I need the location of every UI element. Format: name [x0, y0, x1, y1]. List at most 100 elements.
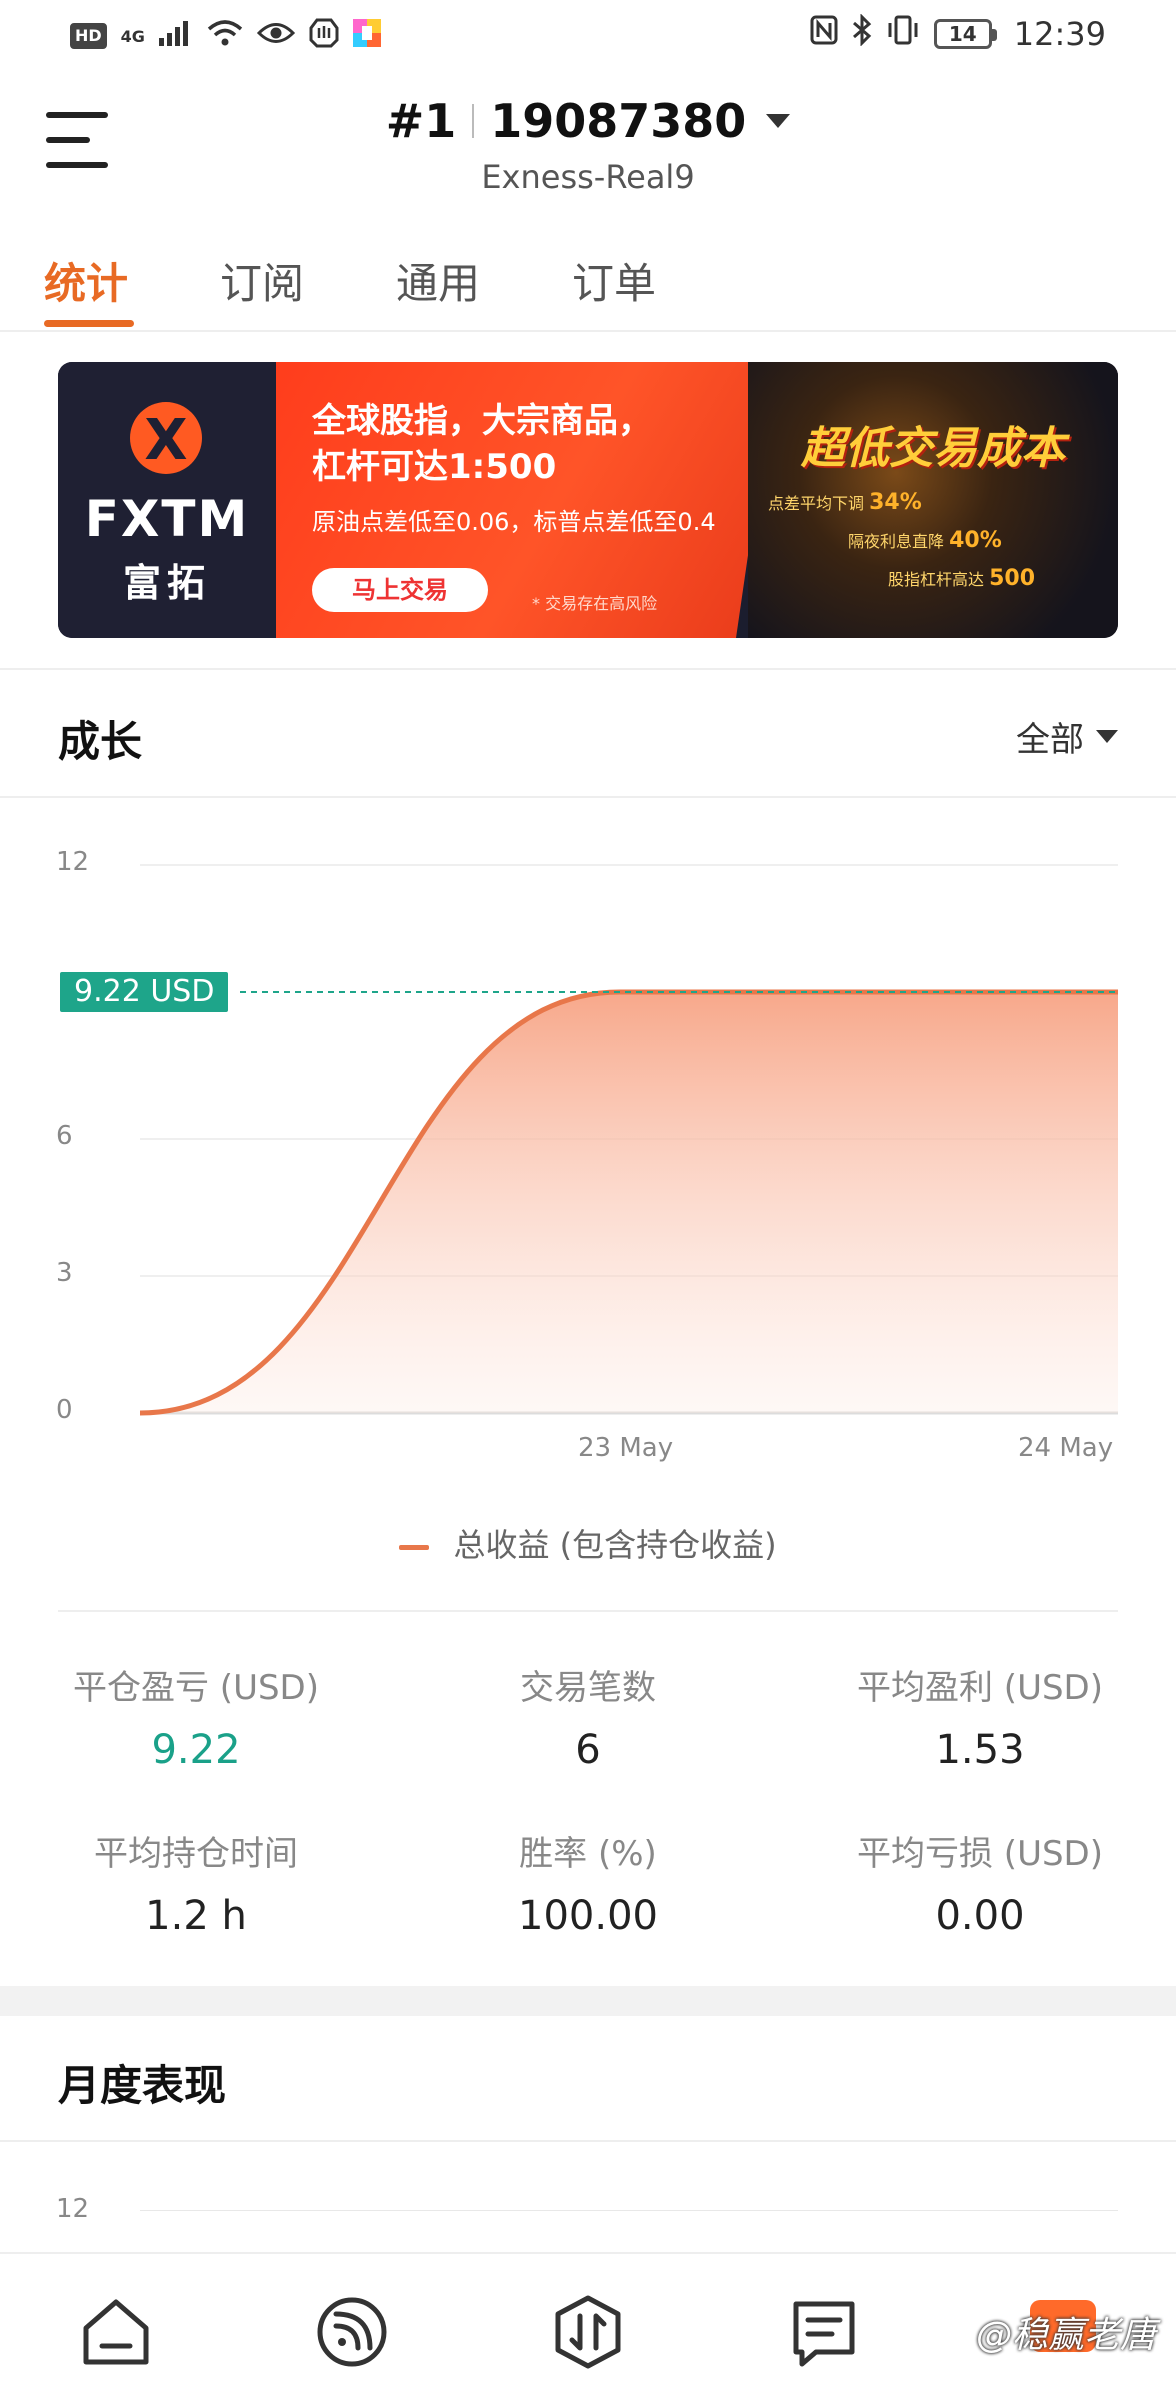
stat-avg-hold-time: 平均持仓时间 1.2 h: [0, 1826, 392, 1939]
ad-banner[interactable]: FXTM 富拓 全球股指，大宗商品， 杠杆可达1:500 原油点差低至0.06，…: [58, 362, 1118, 638]
active-tab-indicator: [44, 320, 134, 327]
home-icon[interactable]: [78, 2294, 154, 2370]
stat-label: 平仓盈亏 (USD): [73, 1668, 319, 1708]
promo-line-3: 股指杠杆高达 500: [888, 566, 1035, 591]
divider: [472, 104, 475, 138]
banner-promo: 超低交易成本 点差平均下调 34% 隔夜利息直降 40% 股指杠杆高达 500: [748, 362, 1118, 638]
stat-value: 0.00: [935, 1893, 1025, 1939]
promo-2-label: 隔夜利息直降: [848, 532, 945, 551]
banner-promo-title: 超低交易成本: [801, 423, 1065, 474]
banner-brand: FXTM: [84, 490, 250, 548]
banner-message: 全球股指，大宗商品， 杠杆可达1:500 原油点差低至0.06，标普点差低至0.…: [276, 362, 776, 638]
legend-swatch: [399, 1544, 430, 1550]
banner-headline-1: 全球股指，大宗商品，: [312, 401, 652, 441]
tab-bar: 统计 订阅 通用 订单: [0, 240, 1176, 332]
watermark: @稳赢老唐: [975, 2315, 1156, 2356]
account-selector[interactable]: #1 19087380 Exness-Real9: [0, 94, 1176, 196]
tab-subscription[interactable]: 订阅: [220, 250, 304, 311]
bluetooth-icon: [852, 13, 872, 54]
x-tick-label: 23 May: [578, 1433, 674, 1463]
app-notification-icon: [352, 19, 381, 53]
banner-logo: FXTM 富拓: [58, 362, 276, 638]
battery-icon: 14: [933, 19, 997, 49]
growth-chart-svg: [139, 864, 1118, 1416]
network-badge: 4G: [120, 26, 145, 46]
x-tick-label: 24 May: [1018, 1433, 1114, 1463]
stat-trade-count: 交易笔数 6: [392, 1660, 784, 1773]
account-number: #1: [385, 94, 457, 148]
status-bar: HD 4G 14 12:39: [0, 0, 1176, 72]
vibrate-icon: [886, 15, 920, 53]
chevron-down-icon[interactable]: [766, 114, 791, 128]
promo-1-value: 34%: [869, 490, 922, 515]
promo-2-value: 40%: [949, 528, 1002, 553]
section-divider: [0, 1986, 1176, 2016]
monthly-title: 月度表现: [58, 2061, 227, 2110]
status-right: 14 12:39: [810, 13, 1106, 54]
hd-badge: HD: [70, 23, 107, 49]
chevron-down-icon: [1096, 730, 1118, 743]
y-tick-label: 12: [56, 847, 90, 877]
signal-feed-icon[interactable]: [314, 2294, 390, 2370]
signal-icon: [158, 20, 193, 52]
promo-line-1: 点差平均下调 34%: [768, 490, 922, 515]
orders-icon[interactable]: [786, 2294, 862, 2370]
divider: [0, 2140, 1176, 2142]
stat-value: 1.53: [935, 1727, 1025, 1773]
stat-label: 平均持仓时间: [94, 1834, 298, 1874]
banner-headline: 全球股指，大宗商品， 杠杆可达1:500: [312, 398, 652, 490]
stat-label: 交易笔数: [520, 1668, 656, 1708]
banner-trade-button[interactable]: 马上交易: [312, 568, 488, 612]
eye-icon: [256, 20, 296, 52]
account-id: 19087380: [490, 94, 747, 148]
hand-icon: [309, 18, 339, 54]
y-tick-label: 3: [56, 1258, 73, 1288]
growth-chart: 0 3 6 12 23 May 24 May: [0, 830, 1176, 1470]
legend-label: 总收益 (包含持仓收益): [453, 1526, 777, 1564]
status-left: HD 4G: [70, 18, 381, 54]
stat-avg-loss: 平均亏损 (USD) 0.00: [784, 1826, 1176, 1939]
period-filter[interactable]: 全部: [1016, 712, 1118, 761]
stat-closed-pnl: 平仓盈亏 (USD) 9.22: [0, 1660, 392, 1773]
y-tick-label: 0: [56, 1395, 73, 1425]
wifi-icon: [207, 19, 243, 53]
account-server: Exness-Real9: [481, 158, 695, 196]
banner-subtext: 原油点差低至0.06，标普点差低至0.4: [312, 508, 716, 536]
divider: [0, 668, 1176, 670]
divider: [58, 1610, 1118, 1612]
stat-label: 平均盈利 (USD): [857, 1668, 1103, 1708]
banner-risk-note: * 交易存在高风险: [532, 594, 658, 613]
tab-general[interactable]: 通用: [396, 250, 480, 311]
fxtm-logo-icon: [130, 402, 202, 474]
chart-legend[interactable]: 总收益 (包含持仓收益): [0, 1520, 1176, 1566]
promo-line-2: 隔夜利息直降 40%: [848, 528, 1002, 553]
tab-statistics[interactable]: 统计: [44, 250, 128, 311]
series-area: [140, 991, 1118, 1413]
bottom-nav: @稳赢老唐: [0, 2252, 1176, 2400]
growth-title: 成长: [58, 717, 143, 766]
stat-value: 1.2 h: [145, 1893, 247, 1939]
promo-1-label: 点差平均下调: [768, 494, 865, 513]
y-tick-label: 6: [56, 1121, 73, 1151]
stat-label: 平均亏损 (USD): [857, 1834, 1103, 1874]
nfc-icon: [810, 15, 838, 53]
stat-value: 6: [575, 1727, 601, 1773]
trade-icon[interactable]: [550, 2294, 626, 2370]
tab-orders[interactable]: 订单: [572, 250, 656, 311]
stat-label: 胜率 (%): [519, 1834, 657, 1874]
current-value-tag: 9.22 USD: [60, 971, 229, 1012]
promo-3-label: 股指杠杆高达: [888, 570, 985, 589]
period-filter-label: 全部: [1016, 720, 1084, 760]
app-header: #1 19087380 Exness-Real9: [0, 72, 1176, 212]
banner-brand-cn: 富拓: [122, 561, 211, 605]
clock: 12:39: [1013, 15, 1106, 53]
stat-win-rate: 胜率 (%) 100.00: [392, 1826, 784, 1939]
promo-3-value: 500: [989, 566, 1036, 591]
stat-avg-profit: 平均盈利 (USD) 1.53: [784, 1660, 1176, 1773]
gridline: [140, 2210, 1118, 2211]
stat-value: 9.22: [151, 1727, 241, 1773]
banner-headline-2: 杠杆可达1:500: [312, 447, 557, 487]
divider: [0, 796, 1176, 798]
monthly-y-tick: 12: [56, 2194, 90, 2224]
stat-value: 100.00: [518, 1893, 658, 1939]
